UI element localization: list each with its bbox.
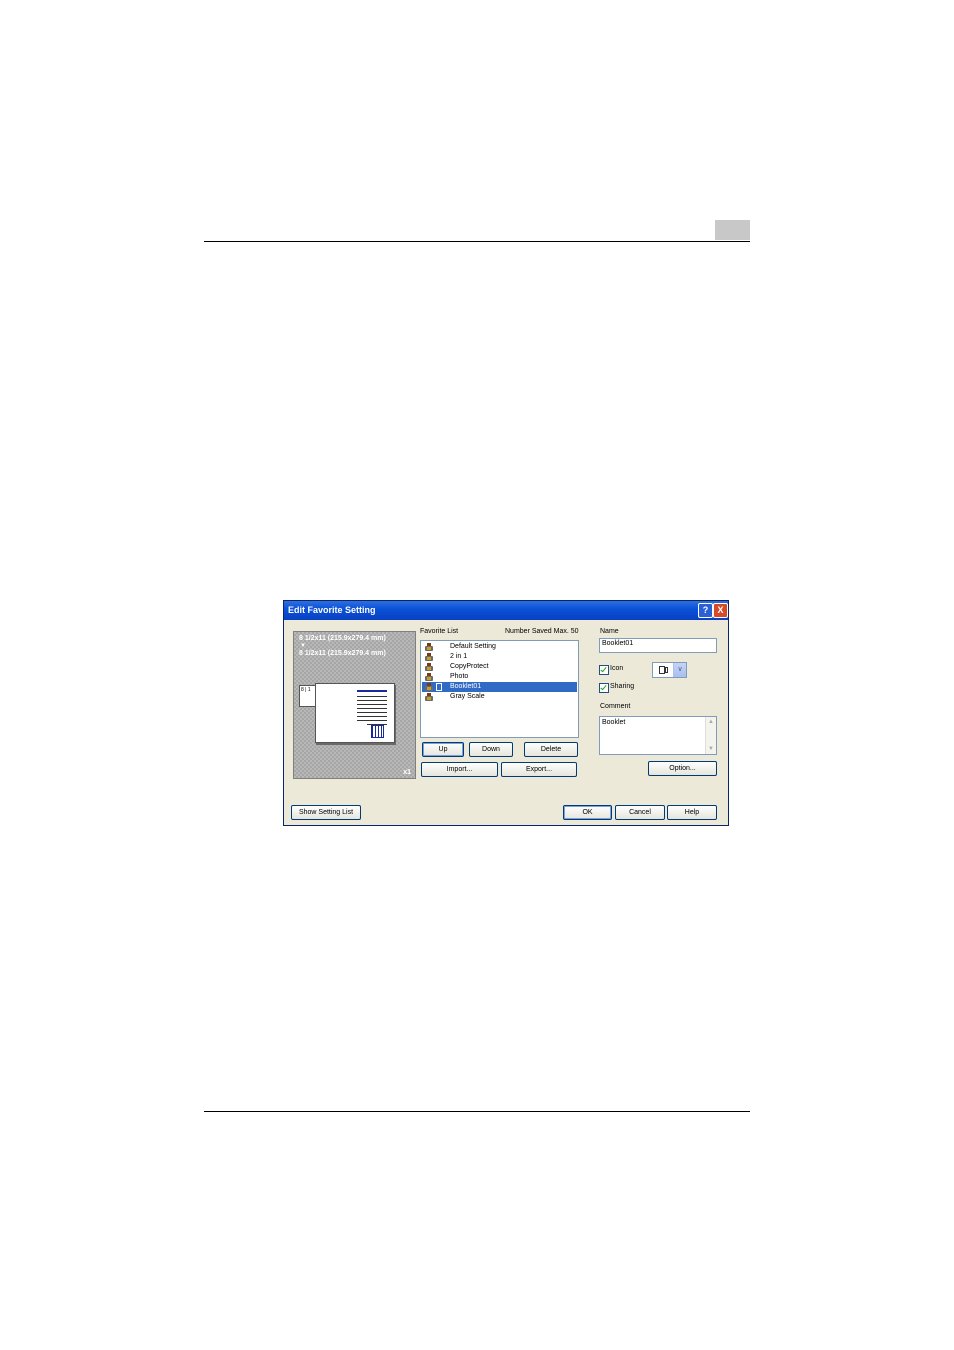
comment-label: Comment — [600, 703, 631, 710]
booklet-icon — [436, 683, 442, 691]
up-button[interactable]: Up — [422, 742, 464, 757]
help-icon[interactable]: ? — [698, 603, 713, 618]
name-label: Name — [600, 628, 619, 635]
list-item[interactable]: Photo — [422, 672, 577, 682]
list-item[interactable]: CopyProtect — [422, 662, 577, 672]
printer-icon — [425, 683, 433, 691]
cancel-button[interactable]: Cancel — [615, 805, 665, 820]
printer-icon — [425, 643, 433, 651]
list-item[interactable]: Gray Scale — [422, 692, 577, 702]
preview-source-paper: 8 1/2x11 (215.9x279.4 mm) — [299, 635, 386, 642]
close-icon[interactable]: X — [713, 603, 728, 618]
preview-mini-label: 8 | 1 — [301, 687, 311, 693]
scroll-down-icon[interactable]: ▼ — [707, 745, 715, 753]
comment-value: Booklet — [602, 719, 626, 726]
sharing-label: Sharing — [610, 683, 635, 690]
icon-checkbox[interactable] — [599, 665, 609, 675]
icon-label: Icon — [610, 665, 624, 672]
export-button[interactable]: Export... — [501, 762, 577, 777]
preview-grid-icon — [371, 725, 384, 738]
ok-button[interactable]: OK — [563, 805, 612, 820]
option-button[interactable]: Option... — [648, 761, 717, 776]
icon-select[interactable]: ∨ — [652, 662, 687, 678]
chapter-tab-box — [715, 220, 750, 240]
show-setting-list-button[interactable]: Show Setting List — [291, 805, 361, 820]
printer-icon — [425, 663, 433, 671]
printer-icon — [425, 653, 433, 661]
preview-booklet-page — [315, 683, 395, 743]
number-saved-label: Number Saved Max. 50 — [505, 628, 579, 635]
comment-scrollbar[interactable]: ▲ ▼ — [705, 717, 716, 754]
delete-button[interactable]: Delete — [524, 742, 578, 757]
import-button[interactable]: Import... — [421, 762, 498, 777]
favorite-list-label: Favorite List — [420, 628, 459, 635]
scroll-up-icon[interactable]: ▲ — [707, 718, 715, 726]
dialog-titlebar: Edit Favorite Setting ? X — [284, 601, 728, 620]
list-item[interactable]: 2 in 1 — [422, 652, 577, 662]
preview-copies: x1 — [403, 769, 411, 776]
page-header-rule — [204, 241, 750, 242]
sharing-checkbox[interactable] — [599, 683, 609, 693]
preview-arrow-icon: ▼ — [300, 643, 306, 649]
dialog-title: Edit Favorite Setting — [288, 605, 376, 615]
name-input[interactable]: Booklet01 — [599, 638, 717, 653]
chevron-down-icon[interactable]: ∨ — [673, 663, 686, 677]
comment-textarea[interactable]: Booklet ▲ ▼ — [599, 716, 717, 755]
printer-icon — [425, 693, 433, 701]
layout-preview: 8 1/2x11 (215.9x279.4 mm) ▼ 8 1/2x11 (21… — [293, 631, 416, 779]
preview-output-paper: 8 1/2x11 (215.9x279.4 mm) — [299, 650, 386, 657]
favorite-list[interactable]: Default Setting 2 in 1 CopyProtect Photo… — [420, 640, 579, 738]
printer-icon — [425, 673, 433, 681]
down-button[interactable]: Down — [469, 742, 513, 757]
page-footer-rule — [204, 1111, 750, 1112]
edit-favorite-setting-dialog: Edit Favorite Setting ? X 8 1/2x11 (215.… — [283, 600, 729, 826]
list-item[interactable]: Default Setting — [422, 642, 577, 652]
list-item-selected[interactable]: Booklet01 — [422, 682, 577, 692]
help-button[interactable]: Help — [667, 805, 717, 820]
